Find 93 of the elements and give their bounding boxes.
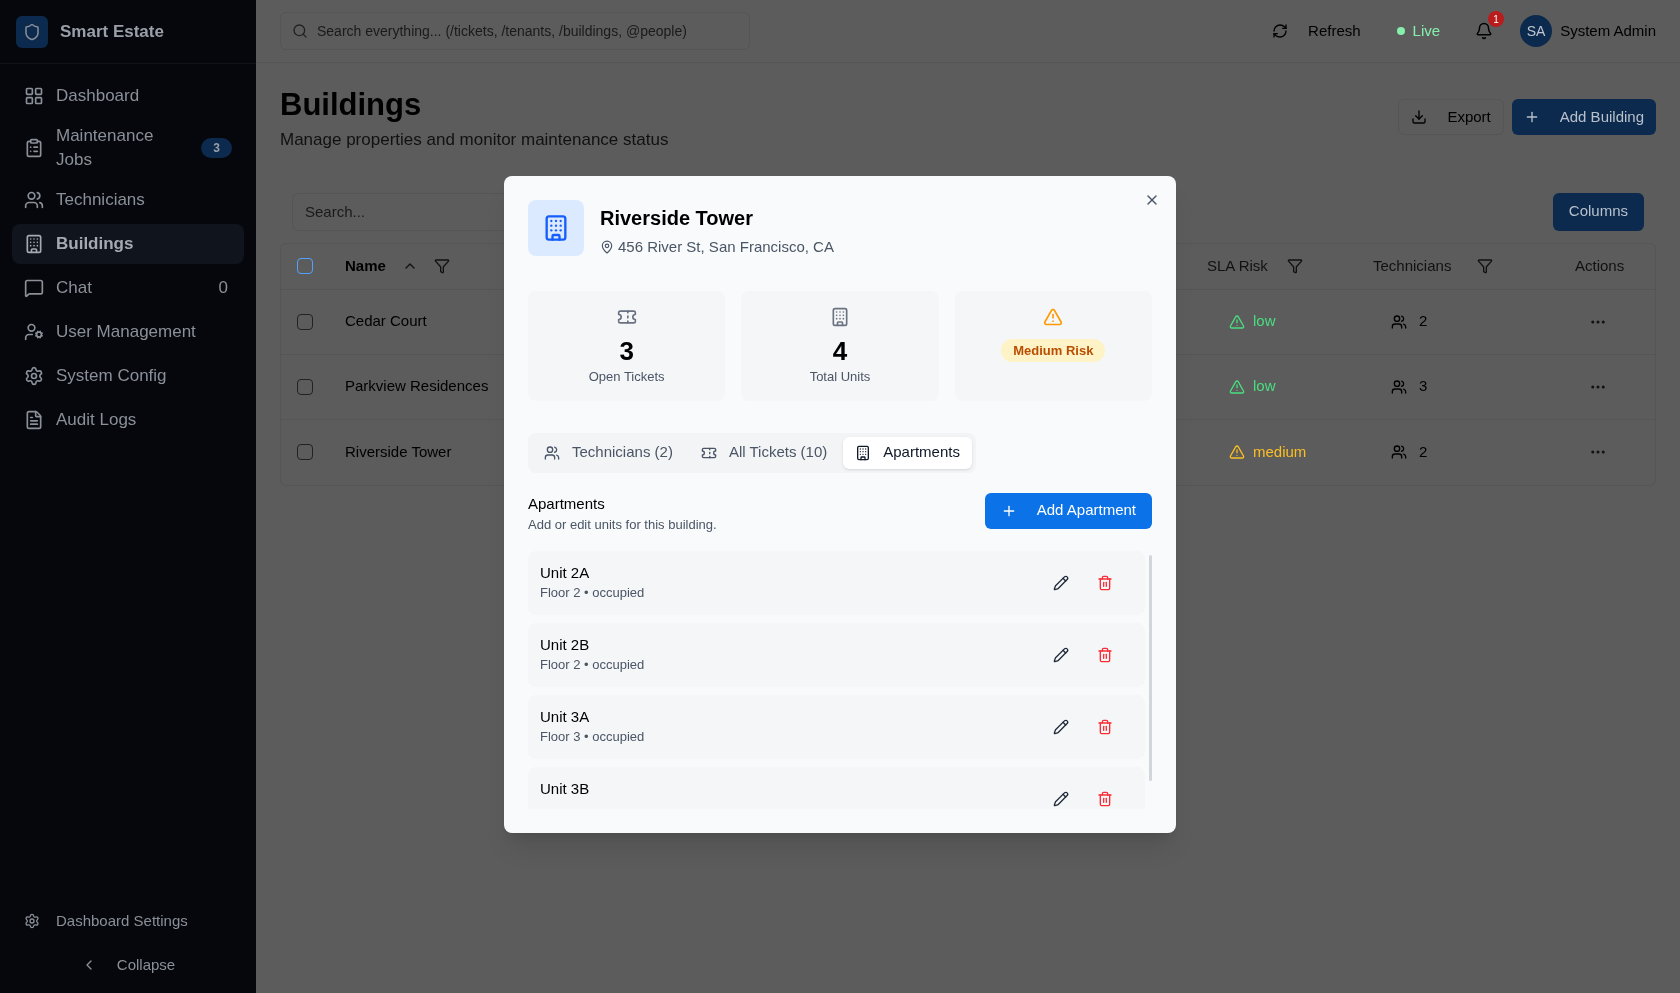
trash-icon [1097, 718, 1113, 735]
page-title: Buildings [280, 87, 423, 123]
building-icon [830, 306, 850, 327]
count-label: 0 [218, 277, 229, 300]
add-apartment-button[interactable]: Add Apartment [984, 492, 1152, 529]
page-subtitle: Manage properties and monitor maintenance status [280, 129, 669, 151]
clipboard-icon [24, 138, 44, 158]
brand-name: Smart Estate [60, 20, 164, 43]
settings-icon [24, 913, 40, 929]
apartment-name: Unit 2A [540, 562, 591, 583]
filter-icon[interactable] [1477, 258, 1493, 274]
building-icon [528, 200, 584, 256]
sidebar-item[interactable]: User Management [12, 312, 244, 352]
technicians-count: 3 [1419, 376, 1428, 397]
apartment-name: Unit 2B [540, 634, 591, 655]
user-gear-icon [24, 322, 44, 342]
table-cell-text: Cedar Court [345, 311, 427, 332]
sla-risk-label: medium [1253, 441, 1307, 462]
pencil-icon [1053, 646, 1069, 663]
risk-badge: Medium Risk [1001, 338, 1106, 362]
sidebar-item[interactable]: Buildings [12, 224, 244, 264]
sidebar-item[interactable]: Maintenance Jobs 3 [12, 120, 244, 176]
warning-icon [1229, 313, 1245, 330]
live-indicator: Live [1388, 17, 1449, 45]
table-cell-text: Parkview Residences [345, 376, 489, 397]
section-subtitle: Add or edit units for this building. [528, 516, 717, 534]
filter-icon[interactable] [1287, 258, 1303, 274]
apartment-name: Unit 3B [540, 778, 591, 799]
add-building-button[interactable]: Add Building [1511, 99, 1656, 135]
search-icon [292, 23, 308, 39]
table-cell-text: Riverside Tower [345, 441, 452, 462]
filter-icon[interactable] [433, 258, 450, 274]
user-avatar[interactable]: SA [1520, 15, 1553, 47]
bell-icon [1475, 22, 1494, 40]
sidebar-item[interactable]: Technicians [12, 180, 244, 220]
dialog-tab[interactable]: Technicians (2) [532, 436, 685, 469]
pencil-icon [1053, 790, 1069, 807]
collapse-button[interactable]: Collapse [0, 941, 256, 989]
warning-icon [1229, 444, 1245, 460]
stat-value: 3 [619, 334, 634, 367]
columns-button[interactable]: Columns [1552, 192, 1644, 231]
warning-icon [1229, 378, 1245, 395]
refresh-icon [1272, 23, 1289, 39]
scrollbar[interactable] [1149, 554, 1152, 781]
sidebar-item[interactable]: Chat 0 [12, 268, 244, 308]
dialog-title: Riverside Tower [600, 206, 755, 231]
sidebar-item[interactable]: System Config [12, 356, 244, 396]
sidebar-item[interactable]: Dashboard [12, 76, 244, 116]
count-badge: 3 [201, 138, 232, 158]
users-icon [1391, 313, 1407, 330]
checkbox[interactable] [297, 313, 313, 330]
checkbox[interactable] [297, 444, 313, 460]
stat-value: 4 [832, 334, 848, 367]
dialog-tab[interactable]: All Tickets (10) [688, 436, 840, 469]
checkbox[interactable] [297, 258, 313, 274]
document-icon [24, 410, 44, 430]
apartment-name: Unit 3A [540, 706, 591, 727]
stat-label: Open Tickets [588, 367, 665, 386]
trash-icon [1097, 646, 1113, 663]
users-icon [1391, 378, 1407, 395]
settings-icon [24, 366, 44, 386]
stat-label: Total Units [809, 367, 871, 386]
apartment-detail: Floor 2 • occupied [540, 583, 646, 602]
dialog-tab[interactable]: Apartments [843, 436, 972, 469]
search-field[interactable]: Search everything... (/tickets, /tenants, /buildings, @people) [280, 12, 750, 50]
notifications-button[interactable]: 1 [1464, 11, 1505, 51]
shield-icon [16, 15, 48, 48]
grid-icon [24, 86, 44, 106]
sidebar-item[interactable]: Audit Logs [12, 400, 244, 440]
technicians-count: 2 [1419, 441, 1428, 462]
pencil-icon [1053, 718, 1069, 735]
users-icon [24, 190, 44, 210]
apartment-detail: Floor 3 • occupied [540, 727, 646, 746]
section-title: Apartments [528, 493, 606, 514]
map-pin-icon [600, 240, 614, 255]
download-icon [1411, 109, 1428, 125]
dashboard-settings-link[interactable]: Dashboard Settings [56, 909, 188, 933]
checkbox[interactable] [297, 378, 313, 395]
users-icon [1391, 444, 1407, 460]
technicians-count: 2 [1419, 311, 1428, 332]
sla-risk-label: low [1253, 376, 1276, 397]
warning-icon [1043, 306, 1064, 327]
users-icon [544, 444, 560, 461]
apartment-detail: Floor 2 • occupied [540, 655, 646, 674]
trash-icon [1097, 574, 1113, 591]
address-label: 456 River St, San Francisco, CA [618, 237, 834, 257]
notification-badge: 1 [1488, 11, 1505, 27]
sla-risk-label: low [1253, 311, 1276, 332]
chat-icon [24, 278, 44, 298]
building-icon [855, 444, 872, 461]
building-icon [24, 234, 44, 254]
trash-icon [1097, 790, 1113, 807]
pencil-icon [1053, 574, 1069, 591]
